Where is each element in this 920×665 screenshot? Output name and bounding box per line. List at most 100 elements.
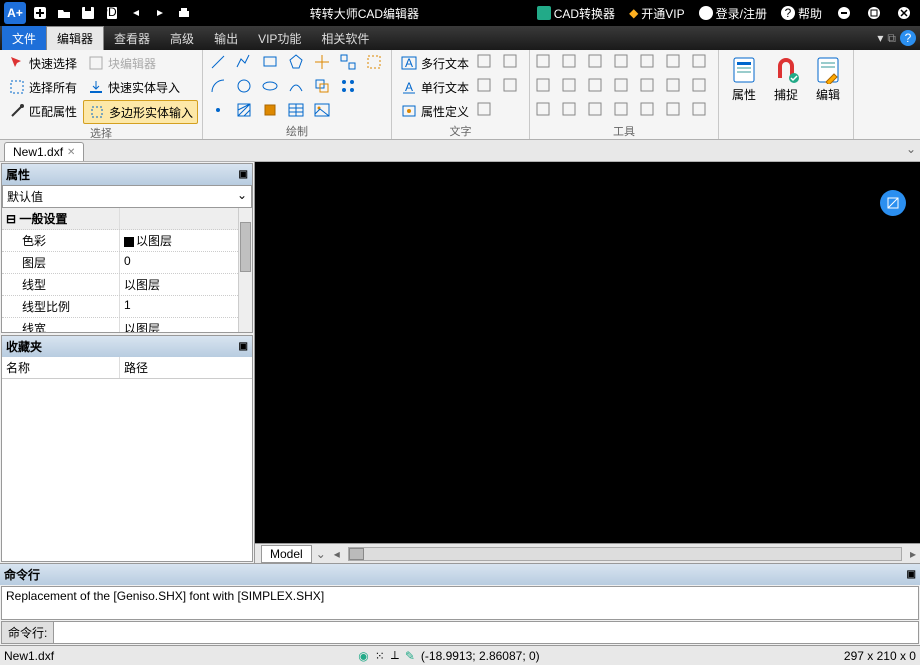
- dim3-icon[interactable]: [586, 76, 604, 94]
- pin-icon[interactable]: ▣: [239, 341, 248, 352]
- layer-icon[interactable]: [690, 100, 708, 118]
- status-globe-icon[interactable]: ◉: [358, 649, 368, 663]
- image-icon[interactable]: [311, 100, 333, 120]
- property-row[interactable]: 线型以图层: [2, 274, 252, 296]
- chamfer-icon[interactable]: [612, 100, 630, 118]
- copy-icon[interactable]: [560, 52, 578, 70]
- polygon-input-button[interactable]: 多边形实体输入: [83, 100, 198, 124]
- scroll-right-icon[interactable]: ▸: [906, 547, 920, 561]
- status-snap-icon[interactable]: ✎: [405, 649, 415, 663]
- close-tab-icon[interactable]: ✕: [67, 147, 75, 158]
- scroll-left-icon[interactable]: ◂: [330, 547, 344, 561]
- arc-icon[interactable]: [207, 76, 229, 96]
- multiline-text-button[interactable]: A多行文本: [396, 52, 473, 74]
- property-row[interactable]: 线型比例1: [2, 296, 252, 318]
- menu-viewer[interactable]: 查看器: [104, 26, 160, 50]
- polyline-icon[interactable]: [233, 52, 255, 72]
- scrollbar-vertical[interactable]: [238, 208, 252, 332]
- dim-icon[interactable]: [534, 76, 552, 94]
- menu-vip[interactable]: VIP功能: [248, 26, 311, 50]
- properties-panel-header[interactable]: 属性▣: [2, 164, 252, 185]
- single-text-button[interactable]: A单行文本: [396, 76, 473, 98]
- rotate-icon[interactable]: [586, 52, 604, 70]
- properties-button[interactable]: 属性: [723, 52, 765, 107]
- align-icon[interactable]: [475, 100, 493, 118]
- region-icon[interactable]: [363, 52, 385, 72]
- drawing-canvas[interactable]: [255, 162, 920, 543]
- attr-def-button[interactable]: 属性定义: [396, 100, 473, 122]
- default-value-dropdown[interactable]: 默认值⌄: [2, 185, 252, 208]
- pin-icon[interactable]: ▣: [907, 569, 916, 580]
- redo-icon[interactable]: [149, 2, 171, 24]
- height-icon[interactable]: [475, 76, 493, 94]
- spell-icon[interactable]: [501, 52, 519, 70]
- point-icon[interactable]: [207, 100, 229, 120]
- edit-button[interactable]: 编辑: [807, 52, 849, 107]
- menu-file[interactable]: 文件: [2, 26, 46, 50]
- quick-import-button[interactable]: 快速实体导入: [83, 76, 198, 98]
- menu-editor[interactable]: 编辑器: [46, 26, 104, 50]
- polygon-icon[interactable]: [285, 52, 307, 72]
- curve-icon[interactable]: [285, 76, 307, 96]
- match-props-button[interactable]: 匹配属性: [4, 100, 81, 122]
- command-input[interactable]: [54, 622, 918, 643]
- rect-icon[interactable]: [259, 52, 281, 72]
- model-tab[interactable]: Model: [261, 545, 312, 563]
- scale-icon[interactable]: [638, 52, 656, 70]
- stretch-icon[interactable]: [664, 100, 682, 118]
- property-row[interactable]: 线宽以图层: [2, 318, 252, 332]
- vip-link[interactable]: ◆开通VIP: [625, 3, 689, 24]
- help-link[interactable]: ?帮助: [777, 3, 826, 24]
- layout-overflow-icon[interactable]: ⌄: [312, 547, 330, 561]
- snap-button[interactable]: 捕捉: [765, 52, 807, 107]
- print-icon[interactable]: [173, 2, 195, 24]
- property-grid[interactable]: ⊟ 一般设置 色彩以图层图层0线型以图层线型比例1线宽以图层: [2, 208, 252, 332]
- login-link[interactable]: 登录/注册: [695, 3, 771, 24]
- line-icon[interactable]: [207, 52, 229, 72]
- file-tab[interactable]: New1.dxf✕: [4, 142, 84, 161]
- canvas-badge-icon[interactable]: [880, 190, 906, 216]
- hatch-icon[interactable]: [233, 100, 255, 120]
- open-icon[interactable]: [53, 2, 75, 24]
- status-ortho-icon[interactable]: ⟂: [391, 648, 399, 663]
- ellipse-icon[interactable]: [259, 76, 281, 96]
- block-icon[interactable]: [259, 100, 281, 120]
- offset-icon[interactable]: [311, 76, 333, 96]
- cad-converter-link[interactable]: CAD转换器: [533, 3, 619, 24]
- extend-icon[interactable]: [638, 100, 656, 118]
- break-icon[interactable]: [534, 100, 552, 118]
- mirror-icon[interactable]: [612, 52, 630, 70]
- menu-output[interactable]: 输出: [204, 26, 248, 50]
- menu-advanced[interactable]: 高级: [160, 26, 204, 50]
- pin-icon[interactable]: ▣: [239, 169, 248, 180]
- style-icon[interactable]: [501, 76, 519, 94]
- window-restore-icon[interactable]: ⧉: [887, 31, 896, 46]
- property-row[interactable]: 色彩以图层: [2, 230, 252, 252]
- leader-icon[interactable]: [612, 76, 630, 94]
- collapse-icon[interactable]: ⊟: [6, 212, 16, 226]
- layer-dropdown-icon[interactable]: ▾: [877, 31, 883, 45]
- pdf-icon[interactable]: PDF: [101, 2, 123, 24]
- scrollbar-horizontal[interactable]: [348, 547, 902, 561]
- find-icon[interactable]: [475, 52, 493, 70]
- favorites-list[interactable]: [2, 379, 252, 561]
- array-icon[interactable]: [664, 52, 682, 70]
- move-icon[interactable]: [311, 52, 333, 72]
- menu-related[interactable]: 相关软件: [311, 26, 379, 50]
- favorites-panel-header[interactable]: 收藏夹▣: [2, 336, 252, 357]
- cloud-icon[interactable]: [638, 76, 656, 94]
- table-icon[interactable]: [285, 100, 307, 120]
- align2-icon[interactable]: [664, 76, 682, 94]
- property-row[interactable]: 图层0: [2, 252, 252, 274]
- join-icon[interactable]: [560, 100, 578, 118]
- command-panel-header[interactable]: 命令行▣: [0, 564, 920, 585]
- circle-icon[interactable]: [233, 76, 255, 96]
- select-all-button[interactable]: 选择所有: [4, 76, 81, 98]
- save-icon[interactable]: [77, 2, 99, 24]
- context-help-icon[interactable]: ?: [900, 30, 916, 46]
- block-editor-button[interactable]: 块编辑器: [83, 52, 198, 74]
- fillet-icon[interactable]: [586, 100, 604, 118]
- pattern2-icon[interactable]: [337, 76, 359, 96]
- dim2-icon[interactable]: [560, 76, 578, 94]
- undo-icon[interactable]: [125, 2, 147, 24]
